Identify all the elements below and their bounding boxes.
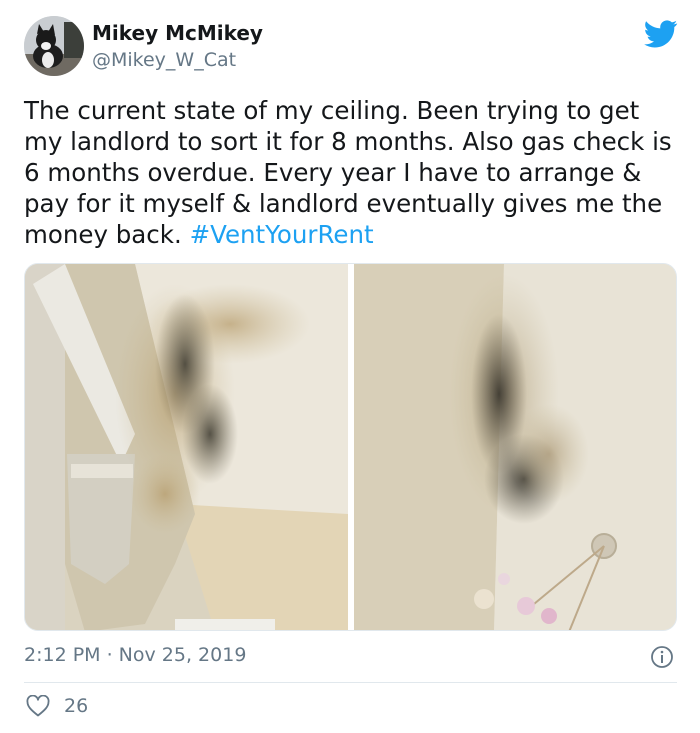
cat-avatar-icon [24, 16, 84, 76]
photo-1[interactable] [25, 264, 348, 630]
tweet-text: The current state of my ceiling. Been tr… [24, 95, 684, 250]
divider [24, 682, 677, 683]
user-handle[interactable]: @Mikey_W_Cat [92, 49, 236, 71]
mouldy-ceiling-light-fixture-photo-icon [354, 264, 676, 630]
tweet-card: Mikey McMikey @Mikey_W_Cat The current s… [0, 0, 700, 733]
mouldy-ceiling-corner-photo-icon [25, 264, 348, 630]
display-name[interactable]: Mikey McMikey [92, 21, 263, 45]
timestamp[interactable]: 2:12 PM · Nov 25, 2019 [24, 644, 246, 666]
media-grid [24, 263, 677, 631]
like-count: 26 [64, 695, 89, 717]
photo-2[interactable] [354, 264, 676, 630]
info-icon[interactable] [650, 645, 674, 669]
avatar[interactable] [24, 16, 84, 76]
twitter-bird-icon[interactable] [644, 20, 678, 48]
hashtag-link[interactable]: #VentYourRent [190, 220, 374, 249]
heart-icon[interactable] [26, 695, 50, 717]
